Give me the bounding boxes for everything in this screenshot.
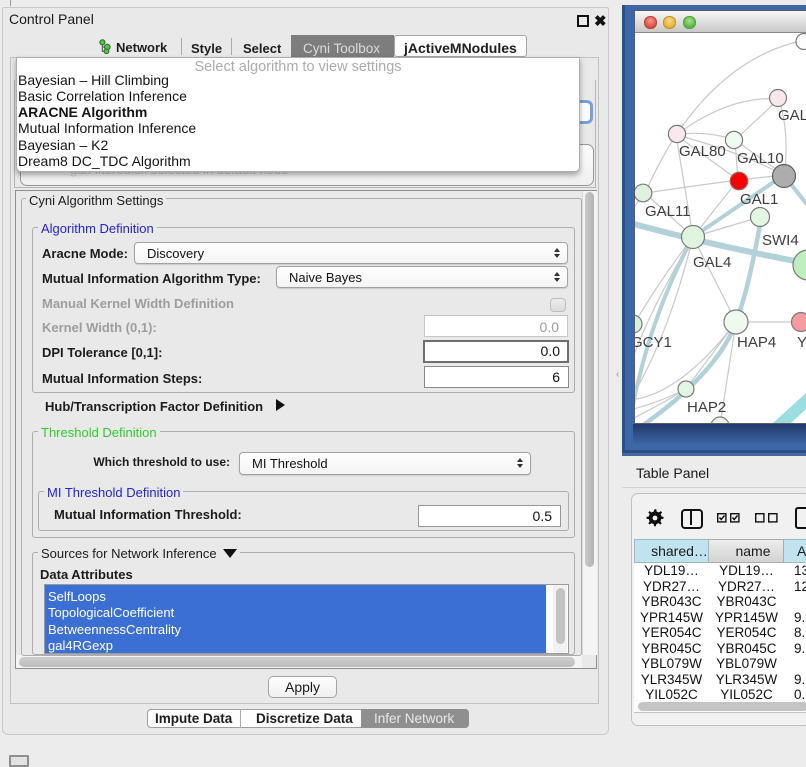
svg-text:Y: Y (797, 334, 806, 351)
svg-text:GCY1: GCY1 (635, 334, 672, 351)
svg-text:GAL1: GAL1 (740, 191, 778, 208)
svg-text:HAP4: HAP4 (737, 334, 776, 351)
svg-text:HAP2: HAP2 (687, 399, 726, 416)
svg-text:GAL11: GAL11 (645, 203, 691, 220)
svg-text:GAL7: GAL7 (778, 107, 806, 124)
svg-text:GAL10: GAL10 (737, 150, 784, 167)
svg-text:GAL4: GAL4 (693, 254, 731, 271)
svg-text:GAL80: GAL80 (679, 143, 726, 160)
svg-text:SWI4: SWI4 (762, 232, 799, 249)
